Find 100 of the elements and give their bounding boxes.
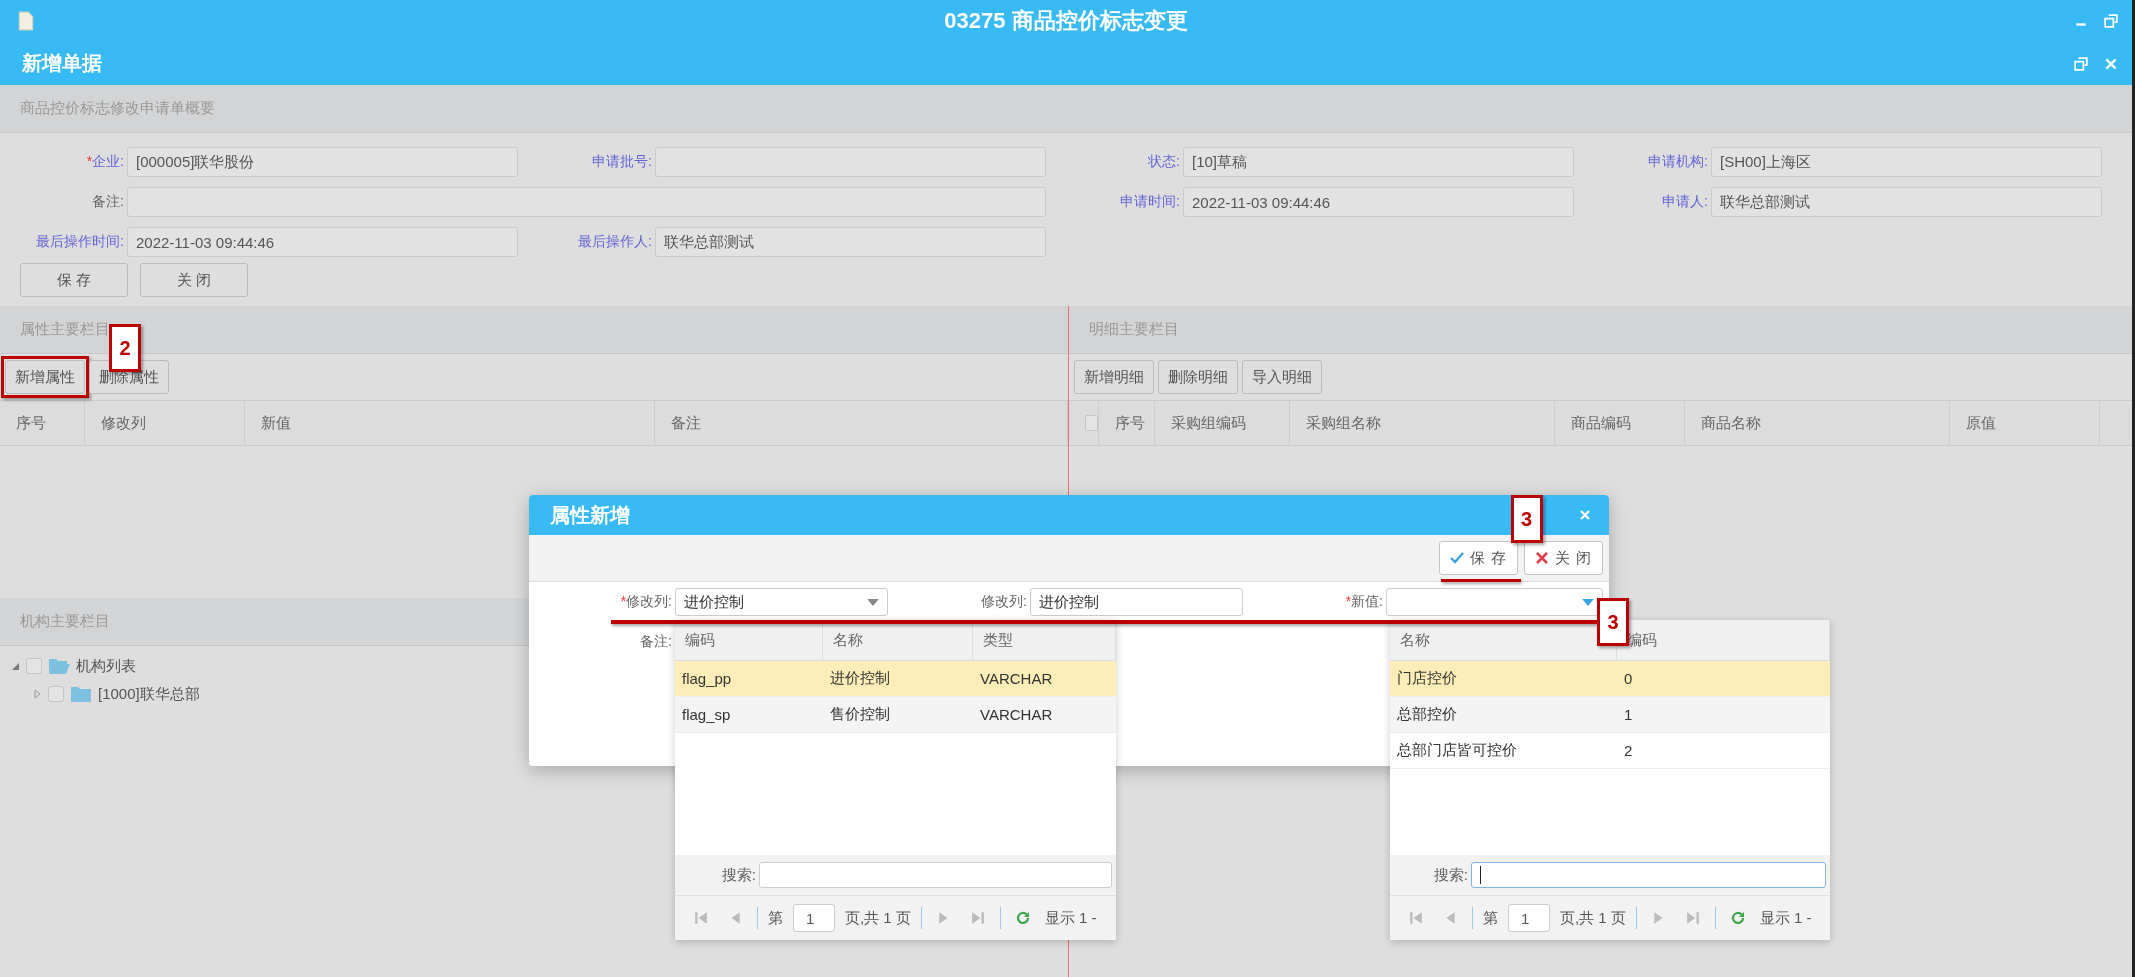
- tree-item[interactable]: [1000]联华总部: [98, 684, 200, 704]
- pager-label: 页,共 1 页: [845, 908, 911, 928]
- checkbox[interactable]: [26, 658, 42, 674]
- toolbar-button[interactable]: 导入明细: [1242, 360, 1322, 394]
- section-title: 明细主要栏目: [1089, 320, 1179, 339]
- dropdown-field[interactable]: 进价控制: [675, 588, 888, 616]
- table-cell: flag_sp: [682, 706, 731, 723]
- field-label: 申请时间:: [1119, 193, 1181, 211]
- restore-icon[interactable]: [2074, 56, 2088, 71]
- field-label: *修改列:: [619, 593, 673, 611]
- refresh-icon[interactable]: [1730, 911, 1745, 925]
- close-icon[interactable]: [1579, 509, 1591, 521]
- document-icon: [18, 11, 34, 31]
- text-field[interactable]: 联华总部测试: [1711, 187, 2102, 217]
- refresh-icon[interactable]: [1015, 911, 1030, 925]
- close-button[interactable]: 关 闭: [1523, 541, 1603, 575]
- column-header: 序号: [16, 413, 46, 433]
- column-header: 名称: [1400, 630, 1430, 650]
- toolbar-button[interactable]: 新增属性: [5, 360, 85, 394]
- text-field[interactable]: [655, 147, 1046, 177]
- table-cell: 进价控制: [830, 669, 890, 688]
- text-field[interactable]: [SH00]上海区: [1711, 147, 2102, 177]
- field-label: 最后操作人:: [577, 233, 653, 251]
- table-cell: flag_pp: [682, 670, 732, 687]
- text-field[interactable]: [10]草稿: [1183, 147, 1574, 177]
- dropdown-row[interactable]: 门店控价 0: [1390, 661, 1830, 697]
- dropdown-row[interactable]: flag_sp 售价控制 VARCHAR: [675, 697, 1116, 733]
- table-cell: 1: [1624, 706, 1633, 723]
- pager-label: 页,共 1 页: [1560, 908, 1626, 928]
- tree-item[interactable]: 机构列表: [76, 656, 136, 676]
- sub-window-title: 新增单据: [22, 51, 102, 76]
- first-page-icon[interactable]: [1409, 911, 1423, 925]
- field-label: 备注:: [91, 193, 125, 211]
- field-label: 申请批号:: [591, 153, 653, 171]
- column-header: 商品名称: [1701, 413, 1761, 433]
- open-folder-icon: [48, 657, 70, 675]
- save-button[interactable]: 保 存: [1438, 541, 1518, 575]
- section-title: 属性主要栏目: [20, 320, 110, 339]
- field-label: 修改列:: [980, 593, 1028, 611]
- field-label: 申请人:: [1661, 193, 1709, 211]
- annotation-badge: 2: [109, 324, 141, 372]
- search-label: 搜索:: [721, 865, 756, 885]
- search-field[interactable]: [1471, 862, 1826, 888]
- table-cell: 0: [1624, 670, 1633, 687]
- check-icon: [1449, 551, 1464, 565]
- column-header: 商品编码: [1571, 413, 1631, 433]
- text-field[interactable]: [127, 187, 1046, 217]
- restore-icon[interactable]: [2104, 14, 2118, 28]
- table-cell: 门店控价: [1397, 669, 1457, 688]
- pager-info: 显示 1 -: [1044, 908, 1097, 928]
- toolbar-button[interactable]: 删除明细: [1158, 360, 1238, 394]
- dropdown-row[interactable]: flag_pp 进价控制 VARCHAR: [675, 661, 1116, 697]
- annotation-badge: 3: [1597, 598, 1629, 646]
- text-field[interactable]: 2022-11-03 09:44:46: [1183, 187, 1574, 217]
- column-header: 名称: [833, 630, 863, 650]
- text-field[interactable]: 进价控制: [1030, 588, 1243, 616]
- search-field[interactable]: [759, 862, 1112, 888]
- tree-toggle-icon[interactable]: [10, 661, 20, 671]
- pager-info: 显示 1 -: [1759, 908, 1812, 928]
- cross-icon: [1534, 551, 1549, 565]
- field-label: 备注:: [639, 633, 672, 651]
- field-label: 状态:: [1147, 153, 1181, 171]
- checkbox[interactable]: [48, 686, 64, 702]
- column-header: 原值: [1966, 413, 1996, 433]
- form-button[interactable]: 保 存: [20, 263, 128, 297]
- toolbar-button[interactable]: 新增明细: [1074, 360, 1154, 394]
- column-header: 备注: [671, 413, 701, 433]
- column-header: 编码: [685, 630, 715, 650]
- form-button[interactable]: 关 闭: [140, 263, 248, 297]
- select-all-checkbox[interactable]: [1085, 415, 1098, 431]
- column-header: 序号: [1115, 413, 1145, 433]
- tree-toggle-icon[interactable]: [32, 689, 42, 699]
- page-number-field[interactable]: 1: [1508, 904, 1550, 932]
- table-cell: VARCHAR: [980, 706, 1053, 723]
- table-cell: 总部门店皆可控价: [1397, 741, 1517, 760]
- annotation-badge: 3: [1510, 495, 1543, 543]
- column-header: 采购组编码: [1171, 413, 1246, 433]
- column-header: 新值: [261, 413, 291, 433]
- section-title: 机构主要栏目: [20, 612, 110, 631]
- last-page-icon[interactable]: [1685, 911, 1700, 925]
- column-header: 采购组名称: [1306, 413, 1381, 433]
- text-field[interactable]: [000005]联华股份: [127, 147, 518, 177]
- field-label: *新值:: [1344, 593, 1384, 611]
- table-cell: VARCHAR: [980, 670, 1053, 687]
- dropdown-field[interactable]: [1386, 588, 1603, 616]
- table-cell: 总部控价: [1397, 705, 1457, 724]
- dropdown-row[interactable]: 总部控价 1: [1390, 697, 1830, 733]
- last-page-icon[interactable]: [970, 911, 985, 925]
- dropdown-row[interactable]: 总部门店皆可控价 2: [1390, 733, 1830, 769]
- first-page-icon[interactable]: [694, 911, 708, 925]
- field-label: 最后操作时间:: [35, 233, 125, 251]
- close-icon[interactable]: [2104, 56, 2118, 71]
- search-label: 搜索:: [1433, 865, 1468, 885]
- text-field[interactable]: 2022-11-03 09:44:46: [127, 227, 518, 257]
- pager-label: 第: [1483, 908, 1498, 928]
- text-field[interactable]: 联华总部测试: [655, 227, 1046, 257]
- page-number-field[interactable]: 1: [793, 904, 835, 932]
- section-title: 商品控价标志修改申请单概要: [20, 99, 215, 118]
- column-header: 类型: [983, 630, 1013, 650]
- column-header: 修改列: [101, 413, 146, 433]
